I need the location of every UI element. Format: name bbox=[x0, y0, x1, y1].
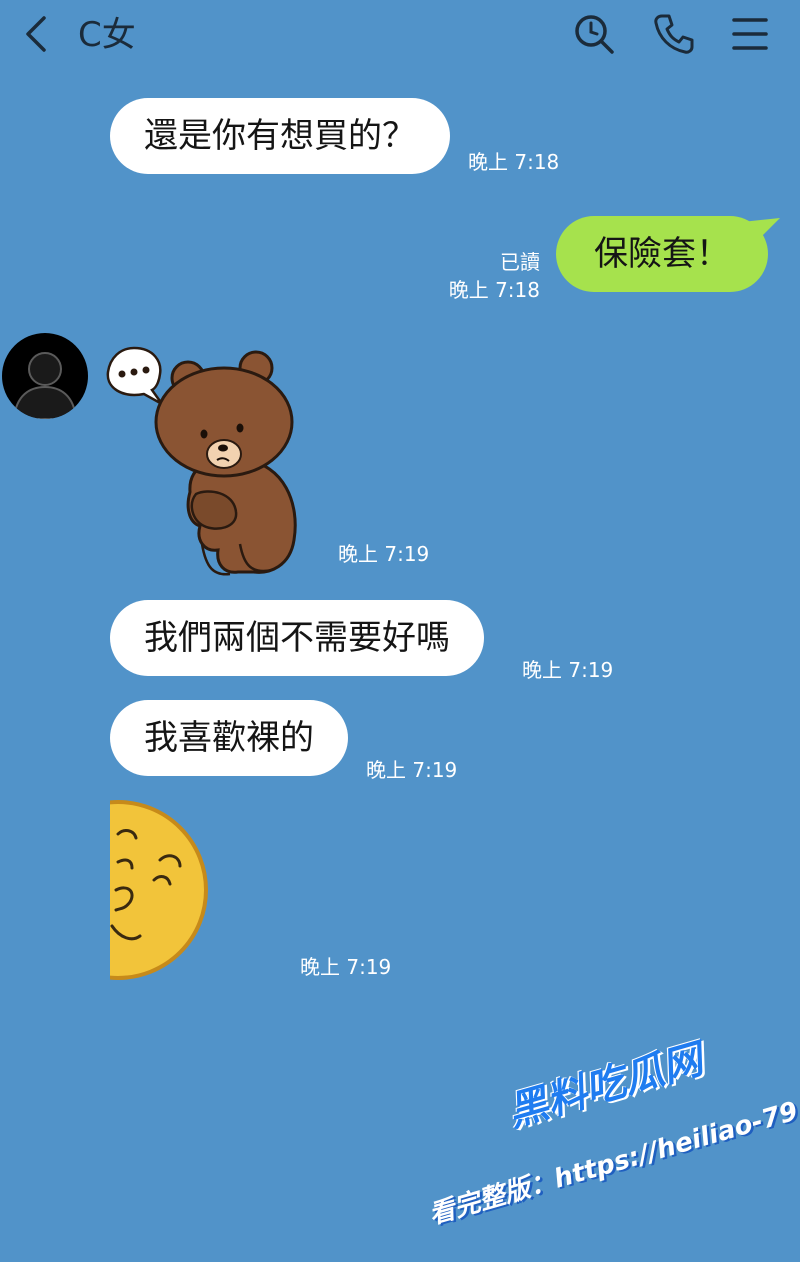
smug-moon-emoji-sticker[interactable] bbox=[110, 798, 210, 982]
read-receipt: 已讀 bbox=[500, 250, 540, 274]
message-time: 晚上 7:19 bbox=[338, 542, 430, 566]
person-silhouette-icon bbox=[12, 352, 78, 419]
message-time: 晚上 7:19 bbox=[300, 955, 392, 979]
incoming-message-bubble[interactable]: 我喜歡裸的 bbox=[110, 700, 348, 776]
chevron-left-icon[interactable] bbox=[18, 14, 54, 54]
incoming-message-bubble[interactable]: 我們兩個不需要好嗎 bbox=[110, 600, 484, 676]
message-time: 晚上 7:18 bbox=[468, 150, 560, 174]
watermark-brand: 黑料吃瓜网 bbox=[502, 1036, 708, 1136]
contact-avatar[interactable] bbox=[2, 333, 88, 419]
menu-icon[interactable] bbox=[728, 14, 772, 54]
chat-title: C女 bbox=[78, 15, 136, 55]
message-time: 晚上 7:18 bbox=[448, 278, 540, 302]
message-time: 晚上 7:19 bbox=[522, 658, 614, 682]
chat-header: C女 bbox=[0, 0, 800, 72]
search-icon[interactable] bbox=[572, 12, 616, 56]
message-time: 晚上 7:19 bbox=[366, 758, 458, 782]
incoming-message-bubble[interactable]: 還是你有想買的？ bbox=[110, 98, 450, 174]
phone-icon[interactable] bbox=[652, 12, 696, 56]
outgoing-message-bubble[interactable]: 保險套！ bbox=[556, 216, 768, 292]
brown-bear-sad-sticker[interactable] bbox=[104, 344, 314, 580]
